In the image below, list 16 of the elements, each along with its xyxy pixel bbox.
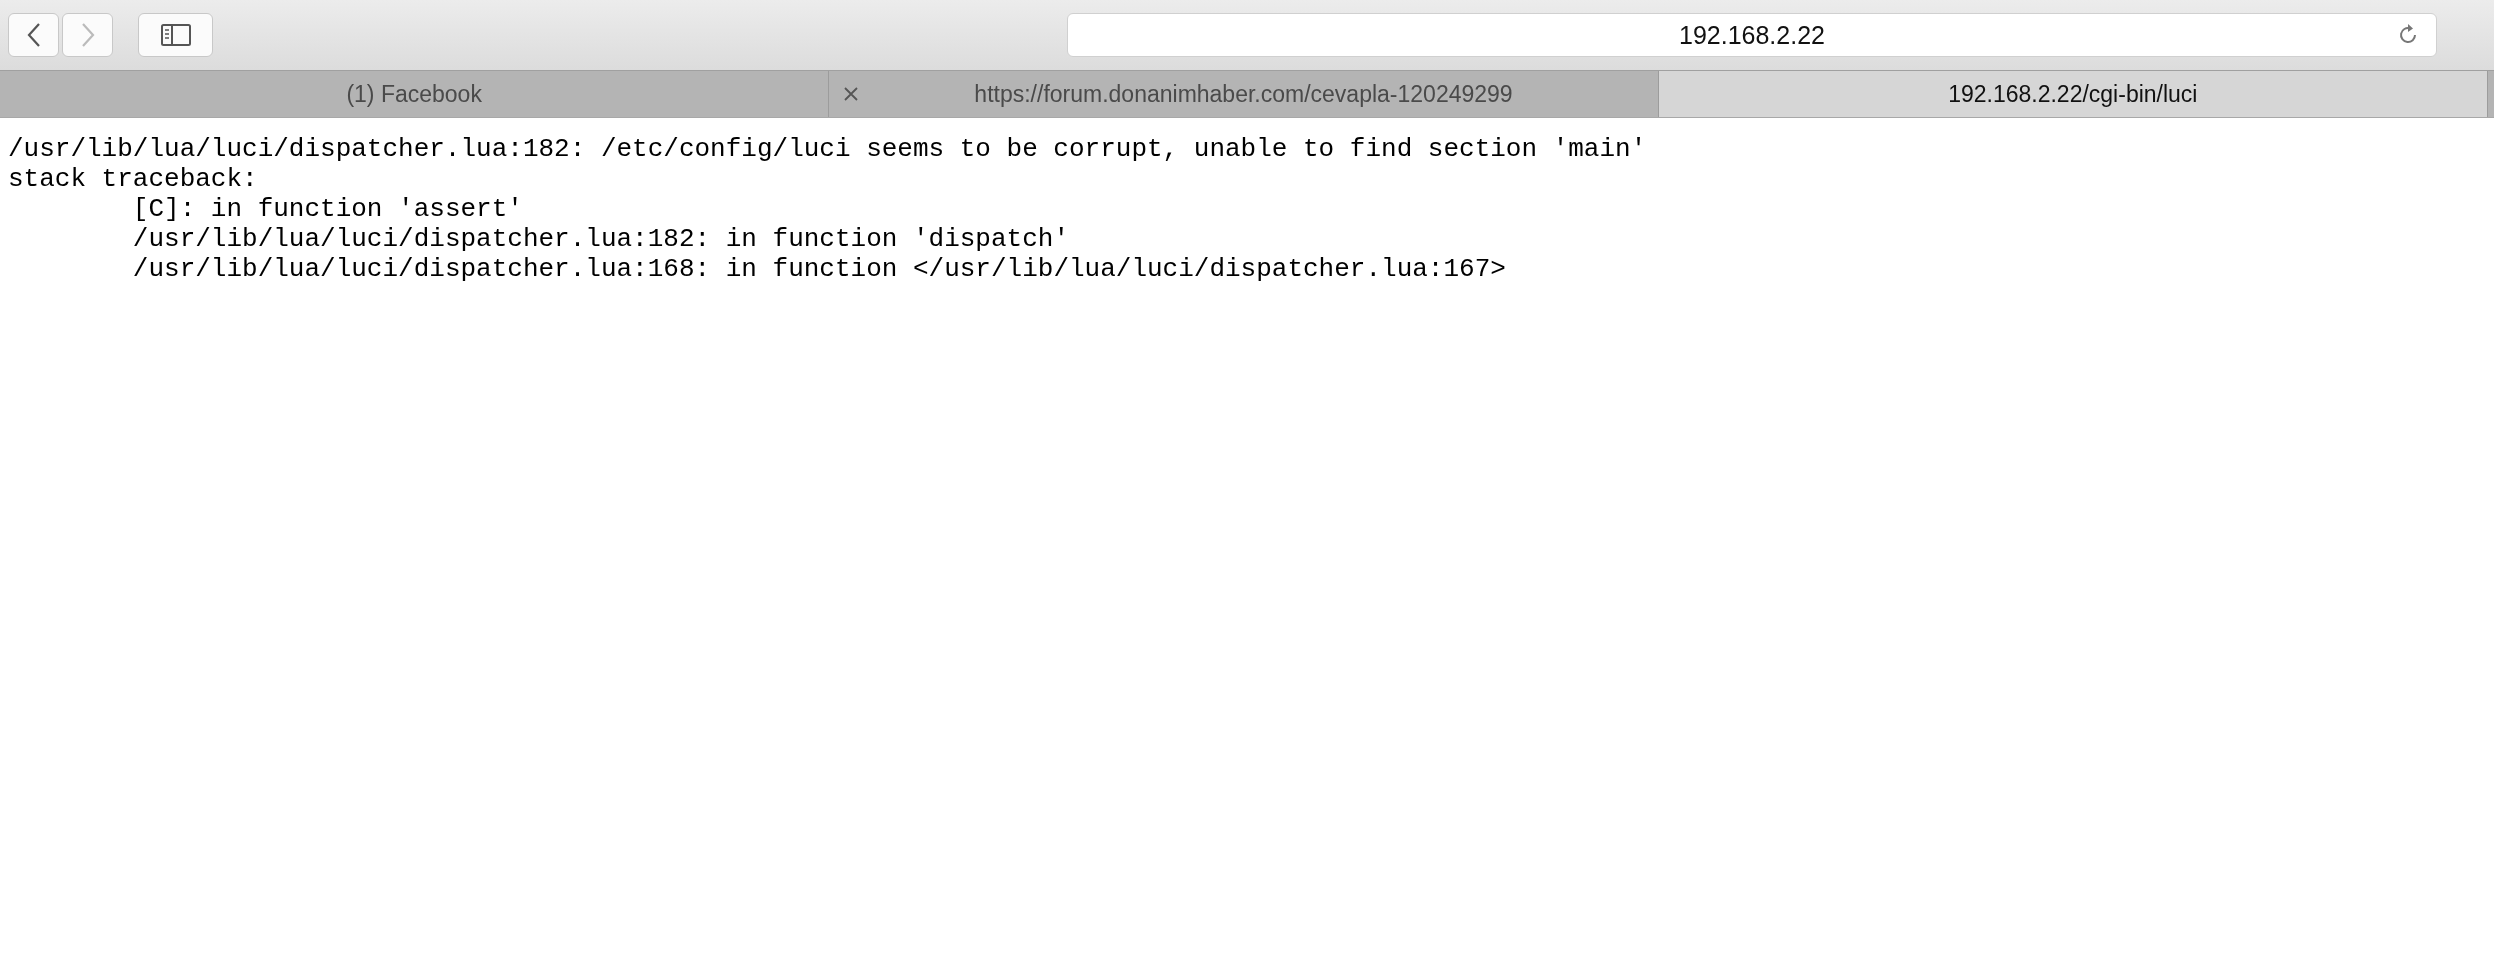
sidebar-button[interactable] [138, 13, 213, 57]
error-line: [C]: in function 'assert' [131, 194, 523, 224]
sidebar-icon [160, 24, 191, 46]
close-icon[interactable] [843, 86, 860, 102]
back-icon [25, 22, 42, 48]
address-bar[interactable]: 192.168.2.22 [1067, 13, 2437, 57]
error-line: /usr/lib/lua/luci/dispatcher.lua:168: in function </usr/lib/lua/luci/dispatcher.lua:167> [131, 254, 1506, 284]
back-button[interactable] [8, 13, 59, 57]
browser-tab[interactable]: (1) Facebook [0, 71, 830, 117]
error-line: /usr/lib/lua/luci/dispatcher.lua:182: in function 'dispatch' [131, 224, 1069, 254]
address-text: 192.168.2.22 [1679, 20, 1825, 50]
error-line: /usr/lib/lua/luci/dispatcher.lua:182: /etc/config/luci seems to be corrupt, unable to find section 'main' [8, 134, 1647, 164]
browser-tab[interactable]: https://forum.donanimhaber.com/cevapla-120249299 [829, 71, 1659, 117]
error-line: stack traceback: [8, 164, 258, 194]
forward-icon [79, 22, 96, 48]
browser-tab[interactable]: 192.168.2.22/cgi-bin/luci [1658, 71, 2488, 117]
